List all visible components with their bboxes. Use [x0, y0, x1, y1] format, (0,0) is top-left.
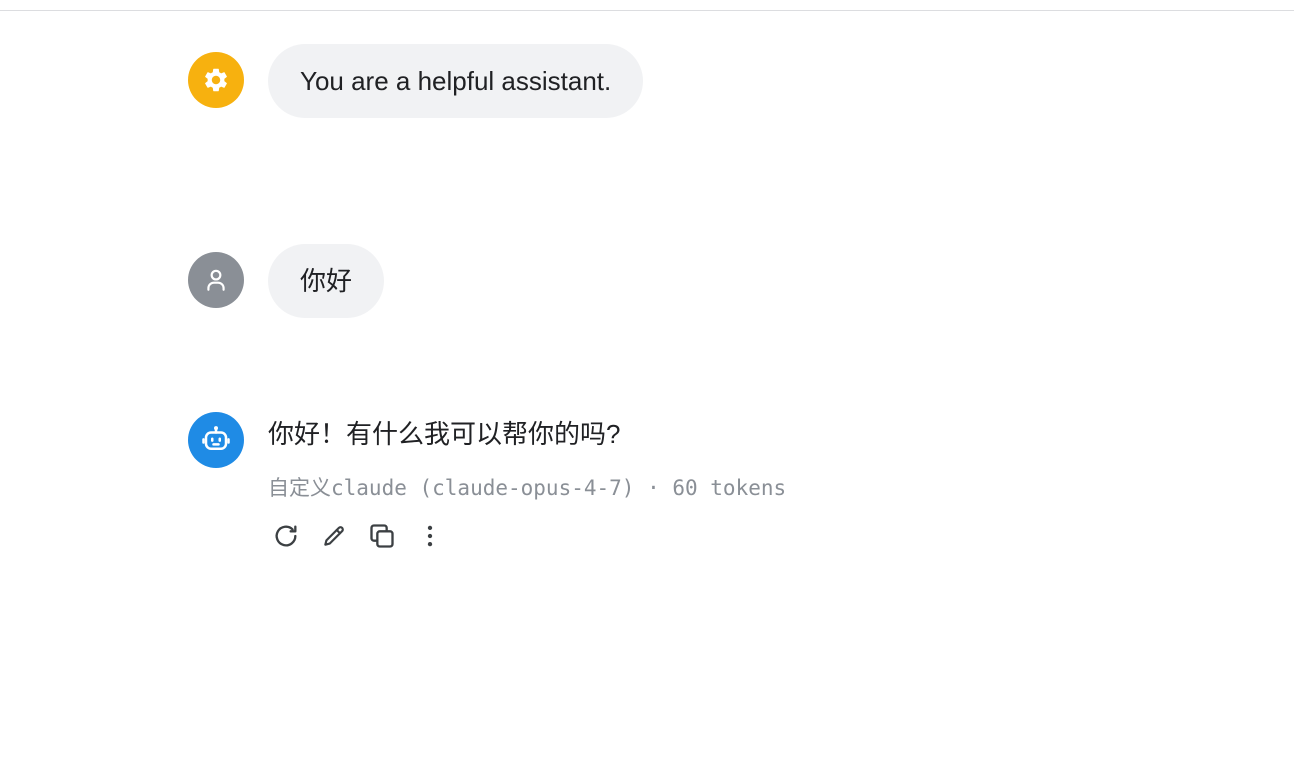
regenerate-button[interactable]	[268, 518, 304, 554]
person-icon	[203, 267, 229, 293]
assistant-avatar	[188, 412, 244, 468]
edit-button[interactable]	[316, 518, 352, 554]
user-avatar	[188, 252, 244, 308]
copy-icon	[368, 522, 396, 550]
more-button[interactable]	[412, 518, 448, 554]
system-avatar	[188, 52, 244, 108]
more-vertical-icon	[417, 523, 443, 549]
robot-icon	[201, 425, 231, 455]
system-message-bubble: You are a helpful assistant.	[268, 44, 644, 118]
refresh-icon	[272, 522, 300, 550]
copy-button[interactable]	[364, 518, 400, 554]
pencil-icon	[321, 523, 347, 549]
message-actions	[268, 518, 448, 554]
top-divider	[0, 10, 1294, 11]
user-message-bubble: 你好	[268, 244, 385, 318]
assistant-message-text: 你好！有什么我可以帮你的吗?	[268, 419, 621, 449]
gear-icon	[202, 66, 230, 94]
message-meta: 自定义claude (claude-opus-4-7) · 60 tokens	[268, 476, 787, 500]
